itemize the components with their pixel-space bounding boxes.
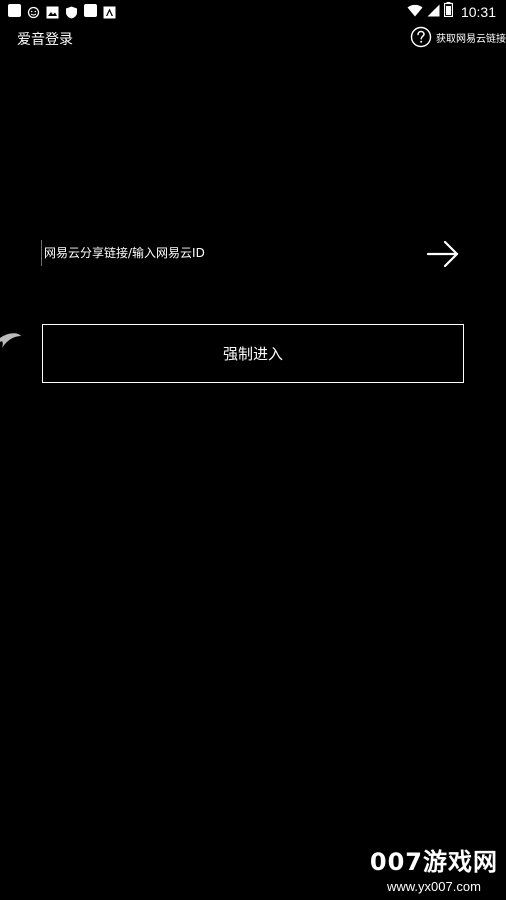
store-notification-icon bbox=[103, 4, 116, 19]
status-bar: 10:31 bbox=[0, 0, 506, 22]
image-notification-icon bbox=[46, 4, 59, 19]
force-enter-button[interactable]: 强制进入 bbox=[42, 324, 464, 383]
watermark-title: 007游戏网 bbox=[369, 848, 498, 876]
signal-icon bbox=[427, 2, 440, 21]
shield-notification-icon bbox=[65, 4, 78, 19]
submit-link-button[interactable] bbox=[425, 236, 461, 272]
app-header: 爱音登录 获取网易云链接 bbox=[0, 24, 506, 54]
page-title: 爱音登录 bbox=[17, 32, 73, 48]
get-netease-link-label: 获取网易云链接 bbox=[436, 33, 506, 45]
app-notification-icon bbox=[8, 4, 21, 17]
arrow-right-icon bbox=[425, 236, 461, 272]
site-watermark: 007游戏网 www.yx007.com bbox=[370, 842, 498, 894]
battery-icon bbox=[443, 2, 454, 21]
decorative-swoosh-icon bbox=[0, 330, 22, 356]
wifi-icon bbox=[407, 2, 423, 21]
watermark-url: www.yx007.com bbox=[386, 879, 481, 894]
status-bar-system: 10:31 bbox=[407, 2, 496, 21]
link-input-row bbox=[41, 236, 466, 272]
status-bar-notifications bbox=[8, 4, 116, 19]
square-notification-icon bbox=[84, 4, 97, 17]
question-circle-icon bbox=[410, 26, 432, 48]
netease-link-input[interactable] bbox=[41, 240, 411, 266]
get-netease-link-button[interactable]: 获取网易云链接 bbox=[410, 26, 506, 48]
emoji-notification-icon bbox=[27, 4, 40, 19]
status-time: 10:31 bbox=[460, 3, 496, 20]
